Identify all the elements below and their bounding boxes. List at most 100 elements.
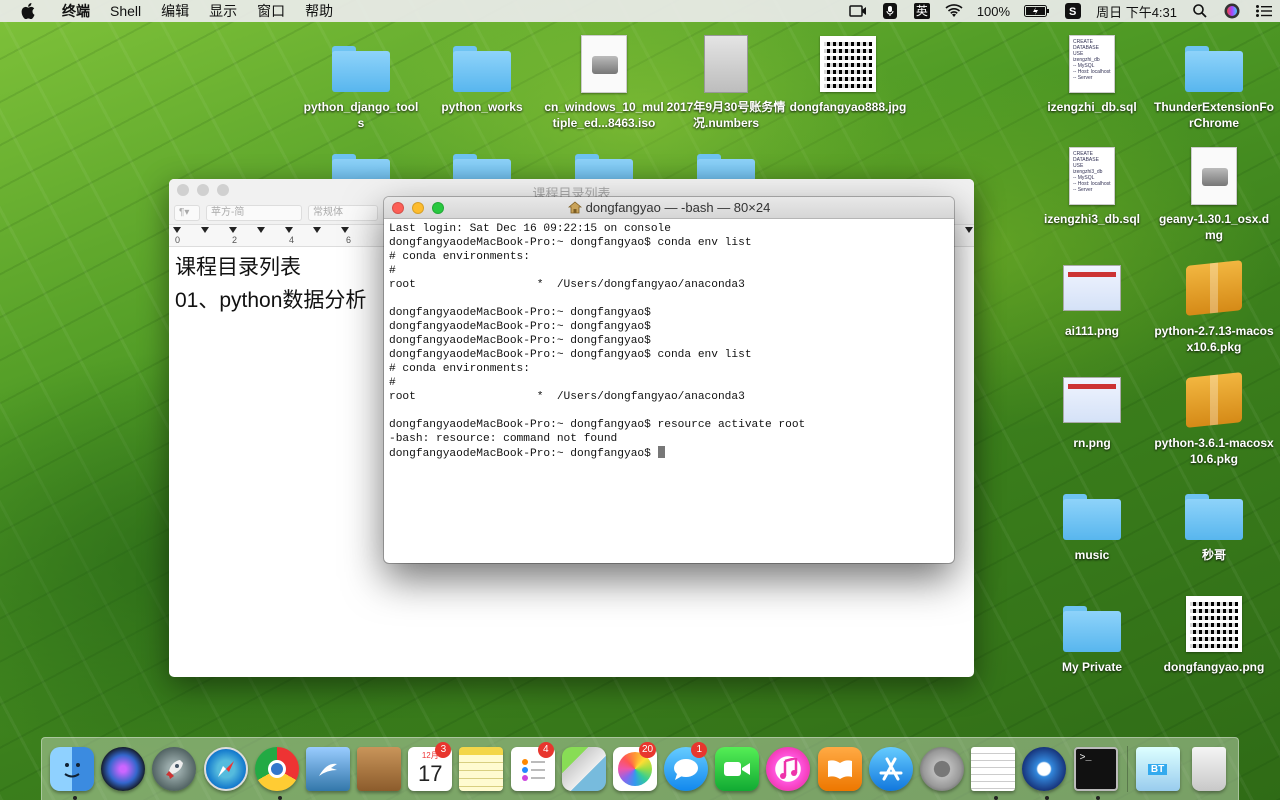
desktop-icon-geany-dmg[interactable]: geany-1.30.1_osx.dmg <box>1154 144 1274 243</box>
messages-badge: 1 <box>691 742 708 758</box>
dock-finder[interactable] <box>50 744 95 800</box>
font-family-select[interactable]: 苹方-简 <box>206 204 302 221</box>
desktop-icon-label: ThunderExtensionForChrome <box>1154 100 1274 130</box>
tab-stop-marker[interactable] <box>257 227 265 233</box>
dock-system-preferences[interactable] <box>920 744 964 794</box>
terminal-prompt-line: dongfangyaodeMacBook-Pro:~ dongfangyao$ <box>389 446 949 460</box>
desktop-icon-label: My Private <box>1061 660 1123 674</box>
desktop-icon-miaoge[interactable]: 秒哥 <box>1154 480 1274 563</box>
dock-ibooks[interactable] <box>817 744 862 794</box>
notification-center-icon[interactable] <box>1255 3 1273 19</box>
desktop-icon-izengzhi-db-sql[interactable]: CREATE DATABASE USE izengzhi_db -- MySQL --… <box>1032 32 1152 115</box>
desktop-icon-python36-pkg[interactable]: python-3.6.1-macosx10.6.pkg <box>1154 368 1274 467</box>
desktop-icon-label: 秒哥 <box>1201 548 1226 562</box>
dock-calendar[interactable]: 12月 17 3 <box>408 742 453 794</box>
tab-stop-marker[interactable] <box>173 227 181 233</box>
dock-chrome[interactable] <box>254 744 299 800</box>
desktop-icon-python-works[interactable]: python_works <box>422 32 542 115</box>
right-margin-marker[interactable] <box>965 227 973 233</box>
battery-percent[interactable]: 100% <box>977 4 1010 19</box>
desktop-icon-rn-png[interactable]: rn.png <box>1032 368 1152 451</box>
notes-icon <box>459 747 504 791</box>
dock-terminal[interactable]: >_ <box>1073 744 1118 800</box>
desktop-icon-windows-iso[interactable]: cn_windows_10_multiple_ed...8463.iso <box>544 32 664 131</box>
terminal-line: dongfangyaodeMacBook-Pro:~ dongfangyao$ <box>389 307 651 319</box>
desktop-icon-my-private[interactable]: My Private <box>1032 592 1152 675</box>
dock-photos[interactable]: 20 <box>612 742 657 794</box>
dock-textedit[interactable] <box>971 744 1016 800</box>
desktop-icon-label: izengzhi3_db.sql <box>1043 212 1140 226</box>
desktop-icon-ai111-png[interactable]: ai111.png <box>1032 256 1152 339</box>
desktop-icon-python-django-tools[interactable]: python_django_tools <box>301 32 421 131</box>
menu-view[interactable]: 显示 <box>199 0 247 22</box>
desktop-icon-thunder-extension[interactable]: ThunderExtensionForChrome <box>1154 32 1274 131</box>
desktop-icon-label: izengzhi_db.sql <box>1047 100 1137 114</box>
input-method-indicator[interactable]: 英 <box>913 3 931 19</box>
ruler-number: 6 <box>346 235 352 245</box>
dock: 12月 17 3 4 20 1 >_ BT <box>41 737 1239 800</box>
terminal-line: dongfangyaodeMacBook-Pro:~ dongfangyao$ … <box>389 349 752 361</box>
desktop-icon-music[interactable]: music <box>1032 480 1152 563</box>
spotlight-search-icon[interactable] <box>1191 3 1209 19</box>
dock-maps[interactable] <box>561 744 606 794</box>
menu-window[interactable]: 窗口 <box>247 0 295 22</box>
sql-document-icon: CREATE DATABASE USE izengzhi3_db -- MySQL -… <box>1060 144 1124 208</box>
tab-stop-marker[interactable] <box>313 227 321 233</box>
tab-stop-marker[interactable] <box>285 227 293 233</box>
dock-messages[interactable]: 1 <box>664 742 709 794</box>
desktop-icon-python27-pkg[interactable]: python-2.7.13-macosx10.6.pkg <box>1154 256 1274 355</box>
dock-app-store[interactable] <box>868 744 913 794</box>
dock-safari[interactable] <box>203 744 248 794</box>
tab-stop-marker[interactable] <box>201 227 209 233</box>
sogou-icon[interactable]: S <box>1064 3 1082 19</box>
microphone-icon[interactable] <box>881 3 899 19</box>
terminal-line: # <box>389 265 396 277</box>
terminal-titlebar[interactable]: dongfangyao — -bash — 80×24 <box>384 197 954 219</box>
dock-screen-recorder[interactable] <box>1022 744 1067 800</box>
menu-clock[interactable]: 周日 下午4:31 <box>1096 2 1177 21</box>
dock-bt-downloads[interactable]: BT <box>1135 744 1180 794</box>
screen-record-icon[interactable] <box>849 3 867 19</box>
apple-menu-icon[interactable] <box>18 0 38 22</box>
siri-icon[interactable] <box>1223 3 1241 19</box>
desktop-icon-label: dongfangyao888.jpg <box>789 100 907 114</box>
sql-document-icon: CREATE DATABASE USE izengzhi_db -- MySQL --… <box>1060 32 1124 96</box>
dock-facetime[interactable] <box>715 744 760 794</box>
numbers-document-icon <box>694 32 758 96</box>
desktop-icon-dongfangyao-png[interactable]: dongfangyao.png <box>1154 592 1274 675</box>
svg-text:S: S <box>1069 6 1076 18</box>
dock-itunes[interactable] <box>766 744 811 794</box>
menu-shell[interactable]: Shell <box>100 0 151 22</box>
desktop-icon-label: 2017年9月30号账务情况.numbers <box>666 100 786 130</box>
dock-trash[interactable] <box>1187 744 1231 794</box>
dock-notes[interactable] <box>459 744 504 794</box>
wifi-icon[interactable] <box>945 3 963 19</box>
tab-stop-marker[interactable] <box>341 227 349 233</box>
dock-separator <box>1126 746 1128 792</box>
desktop-icon-izengzhi3-db-sql[interactable]: CREATE DATABASE USE izengzhi3_db -- MySQL -… <box>1032 144 1152 227</box>
battery-icon[interactable] <box>1024 3 1050 19</box>
terminal-output[interactable]: Last login: Sat Dec 16 09:22:15 on conso… <box>384 219 954 463</box>
desktop-icon-dongfangyao888-jpg[interactable]: dongfangyao888.jpg <box>788 32 908 115</box>
desktop-icon-numbers-file[interactable]: 2017年9月30号账务情况.numbers <box>666 32 786 131</box>
dock-mail[interactable] <box>305 744 350 794</box>
trash-icon <box>1191 747 1226 791</box>
dock-launchpad[interactable] <box>152 744 197 794</box>
dock-siri[interactable] <box>101 744 146 794</box>
terminal-line: root * /Users/dongfangyao/anaconda3 <box>389 279 745 291</box>
paragraph-style-select[interactable]: ¶▾ <box>174 204 200 221</box>
running-indicator <box>1045 796 1050 800</box>
image-thumbnail-icon <box>1060 368 1124 432</box>
terminal-cursor <box>657 446 665 458</box>
font-style-select[interactable]: 常规体 <box>308 204 378 221</box>
menu-app-name[interactable]: 终端 <box>52 0 100 22</box>
menu-edit[interactable]: 编辑 <box>151 0 199 22</box>
home-folder-icon <box>567 201 582 214</box>
desktop-icon-label: python-2.7.13-macosx10.6.pkg <box>1154 324 1274 354</box>
terminal-line: # conda environments: <box>389 251 530 263</box>
menu-help[interactable]: 帮助 <box>295 0 343 22</box>
dock-contacts[interactable] <box>357 744 402 794</box>
tab-stop-marker[interactable] <box>229 227 237 233</box>
dock-reminders[interactable]: 4 <box>510 742 555 794</box>
